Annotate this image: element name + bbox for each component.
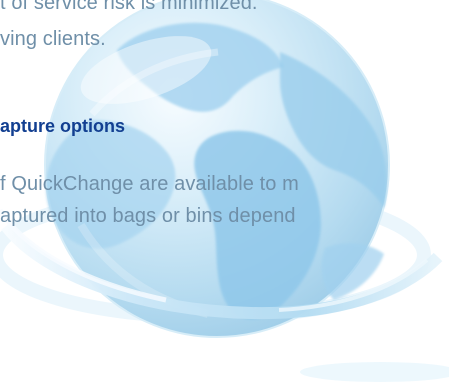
body-line-2: ving clients. <box>0 28 106 50</box>
body-line-1: t of service risk is minimized. <box>0 0 258 14</box>
text-content: t of service risk is minimized. ving cli… <box>0 0 449 385</box>
body-line-3: f QuickChange are available to m <box>0 173 299 195</box>
body-line-4: aptured into bags or bins depend <box>0 205 296 227</box>
section-heading: apture options <box>0 116 125 136</box>
document-page: t of service risk is minimized. ving cli… <box>0 0 449 385</box>
